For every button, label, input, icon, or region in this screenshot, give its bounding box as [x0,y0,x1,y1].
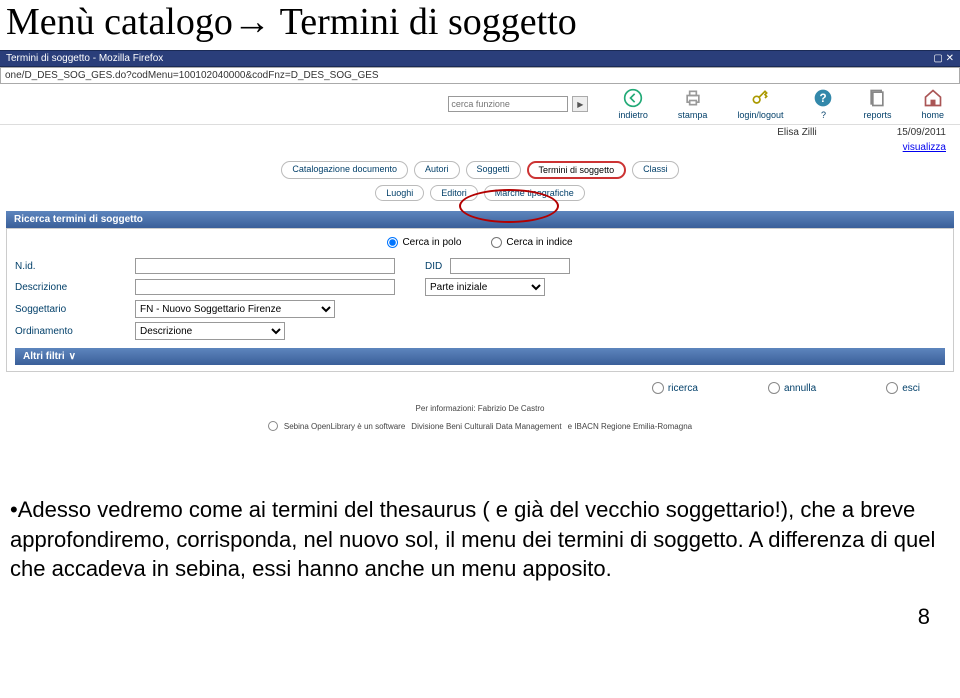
back-label: indietro [618,110,648,120]
bullet-icon: • [10,497,18,522]
crumb-marche[interactable]: Marche tipografiche [484,185,585,201]
row-descr: Descrizione Parte iniziale [15,276,945,298]
annulla-icon [768,382,780,394]
altri-filtri-label: Altri filtri [23,351,65,362]
scope-indice[interactable]: Cerca in indice [491,237,572,248]
reports-label: reports [863,110,891,120]
radio-polo[interactable] [387,237,398,248]
globe-icon [268,421,278,431]
home-button[interactable]: home [921,88,944,120]
search-function-input[interactable] [448,96,568,112]
ricerca-icon [652,382,664,394]
print-icon [683,88,703,108]
login-label: login/logout [737,110,783,120]
help-icon: ? [813,88,833,108]
browser-address[interactable]: one/D_DES_SOG_GES.do?codMenu=10010204000… [0,67,960,84]
reports-button[interactable]: reports [863,88,891,120]
credits-b: Divisione Beni Culturali Data Management [411,422,561,431]
user-name: Elisa Zilli [777,127,816,138]
altri-filtri-bar[interactable]: Altri filtri ∨ [15,348,945,365]
home-label: home [921,110,944,120]
row-ord: Ordinamento Descrizione [15,320,945,342]
session-date: 15/09/2011 [897,127,946,138]
credits-c: e IBACN Regione Emilia-Romagna [568,422,693,431]
search-panel: Ricerca termini di soggetto Cerca in pol… [6,211,954,372]
credits-line1: Per informazioni: Fabrizio De Castro [416,404,545,413]
crumb-luoghi[interactable]: Luoghi [375,185,424,201]
lbl-ord: Ordinamento [15,326,135,337]
scope-row: Cerca in polo Cerca in indice [15,235,945,256]
action-row: ricerca annulla esci [0,376,960,400]
annulla-label: annulla [784,383,816,394]
home-icon [923,88,943,108]
panel-body: Cerca in polo Cerca in indice N.id. DID … [6,228,954,372]
print-label: stampa [678,110,708,120]
crumb-autori[interactable]: Autori [414,161,460,179]
descr-mode-select[interactable]: Parte iniziale [425,278,545,296]
slide-caption: •Adesso vedremo come ai termini del thes… [0,435,960,594]
scope-polo-label: Cerca in polo [402,237,461,248]
visualizza-link[interactable]: visualizza [903,142,946,153]
app-bar: ▶ indietro stampa login/logout ? ? rep [0,84,960,124]
crumb-termini[interactable]: Termini di soggetto [527,161,627,179]
breadcrumb-row1: Catalogazione documento Autori Soggetti … [0,155,960,185]
screenshot-wrap: Termini di soggetto - Mozilla Firefox ▢ … [0,50,960,435]
lbl-nid: N.id. [15,261,135,272]
lbl-did: DID [425,261,442,272]
esci-button[interactable]: esci [886,382,920,394]
soggettario-select[interactable]: FN - Nuovo Soggettario Firenze [135,300,335,318]
back-icon [623,88,643,108]
visualizza-row: visualizza [0,140,960,155]
credits: Per informazioni: Fabrizio De Castro [0,400,960,417]
user-line: Elisa Zilli 15/09/2011 [0,124,960,140]
credits-a: Sebina OpenLibrary è un software [284,422,405,431]
browser-titlebar: Termini di soggetto - Mozilla Firefox ▢ … [0,50,960,67]
ordinamento-select[interactable]: Descrizione [135,322,285,340]
crumb-soggetti[interactable]: Soggetti [466,161,521,179]
back-button[interactable]: indietro [618,88,648,120]
search-go-icon[interactable]: ▶ [572,96,588,112]
did-input[interactable] [450,258,570,274]
browser-tab-title: Termini di soggetto - Mozilla Firefox [6,53,163,64]
toolbar: indietro stampa login/logout ? ? reports… [618,88,954,120]
nid-input[interactable] [135,258,395,274]
help-label: ? [821,110,826,120]
login-button[interactable]: login/logout [737,88,783,120]
key-icon [750,88,770,108]
ricerca-button[interactable]: ricerca [652,382,698,394]
esci-label: esci [902,383,920,394]
page-number: 8 [0,594,960,640]
slide-title: Menù catalogo→ Termini di soggetto [0,0,960,50]
row-nid: N.id. DID [15,256,945,276]
radio-indice[interactable] [491,237,502,248]
breadcrumb-row2: Luoghi Editori Marche tipografiche [0,185,960,207]
help-button[interactable]: ? ? [813,88,833,120]
scope-polo[interactable]: Cerca in polo [387,237,461,248]
scope-indice-label: Cerca in indice [506,237,572,248]
crumb-catalogazione[interactable]: Catalogazione documento [281,161,408,179]
crumb-classi[interactable]: Classi [632,161,679,179]
esci-icon [886,382,898,394]
svg-text:?: ? [820,92,827,105]
credits2: Sebina OpenLibrary è un software Divisio… [0,417,960,435]
crumb-editori[interactable]: Editori [430,185,478,201]
annulla-button[interactable]: annulla [768,382,816,394]
descr-input[interactable] [135,279,395,295]
chevron-down-icon: ∨ [69,351,76,362]
window-controls: ▢ ✕ [933,53,954,64]
func-search-wrap: ▶ [448,96,588,112]
row-sogg: Soggettario FN - Nuovo Soggettario Firen… [15,298,945,320]
print-button[interactable]: stampa [678,88,708,120]
lbl-descr: Descrizione [15,282,135,293]
lbl-sogg: Soggettario [15,304,135,315]
panel-title: Ricerca termini di soggetto [6,211,954,228]
ricerca-label: ricerca [668,383,698,394]
caption-text: Adesso vedremo come ai termini del thesa… [10,497,935,581]
reports-icon [867,88,887,108]
